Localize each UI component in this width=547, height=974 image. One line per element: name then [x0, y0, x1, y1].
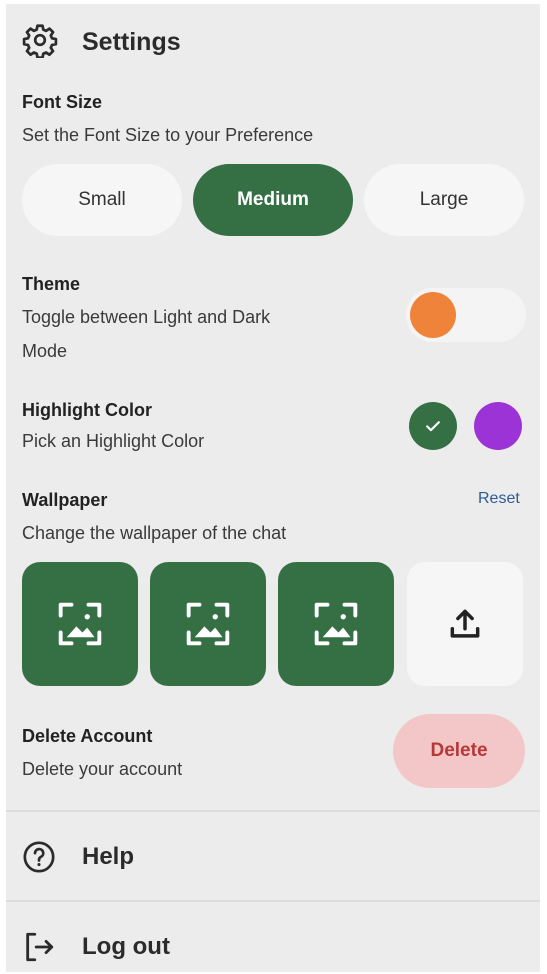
help-icon [23, 841, 55, 873]
theme-toggle[interactable] [406, 288, 526, 342]
wallpaper-upload-button[interactable] [407, 562, 523, 686]
font-size-large-button[interactable]: Large [364, 164, 524, 236]
delete-account-title: Delete Account [22, 726, 153, 746]
font-size-small-button[interactable]: Small [22, 164, 182, 236]
delete-account-description: Delete your account [22, 759, 183, 779]
settings-header: Settings [22, 22, 181, 63]
upload-icon [450, 609, 480, 638]
wallpaper-option-3[interactable] [278, 562, 394, 686]
divider [6, 900, 540, 902]
wallpaper-description: Change the wallpaper of the chat [22, 523, 287, 543]
logout-menu-item[interactable]: Log out [22, 930, 170, 964]
highlight-color-description: Pick an Highlight Color [22, 431, 205, 451]
help-label: Help [82, 843, 135, 870]
check-icon [426, 421, 440, 432]
logout-icon [26, 932, 54, 962]
logout-label: Log out [82, 933, 170, 960]
toggle-knob [410, 292, 456, 338]
settings-panel: Settings Font Size Set the Font Size to … [6, 4, 540, 972]
gear-icon [22, 22, 58, 63]
help-menu-item[interactable]: Help [22, 840, 134, 874]
wallpaper-option-1[interactable] [22, 562, 138, 686]
font-size-medium-button[interactable]: Medium [193, 164, 353, 236]
theme-title: Theme [22, 274, 81, 294]
highlight-color-title: Highlight Color [22, 400, 152, 420]
wallpaper-reset-link[interactable]: Reset [478, 490, 520, 508]
highlight-swatch-purple[interactable] [474, 402, 522, 450]
image-placeholder-icon [314, 602, 358, 646]
image-placeholder-icon [58, 602, 102, 646]
font-size-description: Set the Font Size to your Preference [22, 125, 314, 145]
wallpaper-title: Wallpaper [22, 490, 108, 510]
delete-account-button[interactable]: Delete [393, 714, 525, 788]
theme-description-cont: Mode [22, 341, 68, 361]
image-placeholder-icon [186, 602, 230, 646]
wallpaper-option-2[interactable] [150, 562, 266, 686]
font-size-title: Font Size [22, 92, 102, 112]
divider [6, 810, 540, 812]
page-title: Settings [82, 28, 181, 56]
highlight-swatch-green[interactable] [409, 402, 457, 450]
theme-description: Toggle between Light and Dark [22, 307, 271, 327]
